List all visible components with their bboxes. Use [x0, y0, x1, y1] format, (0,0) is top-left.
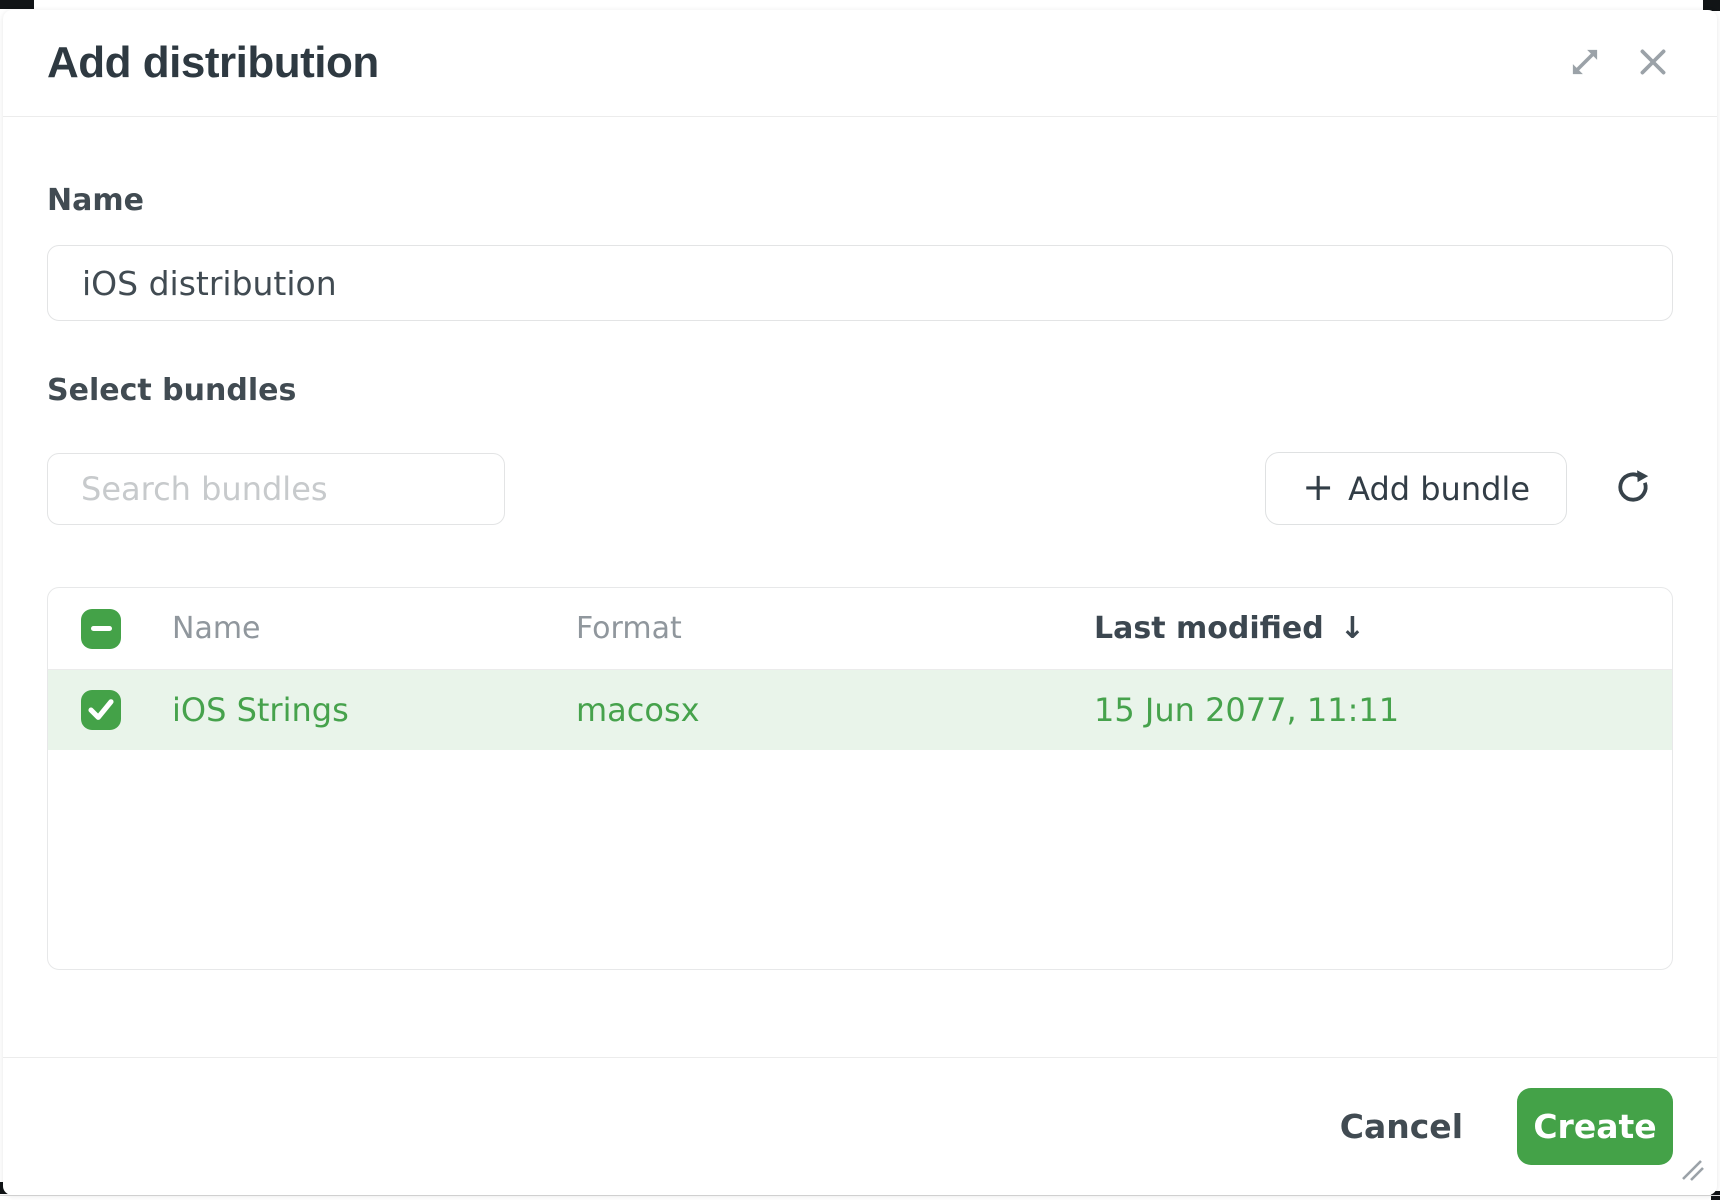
dialog-footer: Cancel Create [3, 1057, 1717, 1195]
add-bundle-button[interactable]: + Add bundle [1265, 452, 1567, 525]
search-input[interactable] [47, 453, 505, 525]
table-header-row: Name Format Last modified ↓ [48, 588, 1672, 670]
add-distribution-dialog: Add distribution [3, 10, 1717, 1195]
expand-button[interactable] [1565, 43, 1605, 83]
page-title: Add distribution [47, 38, 379, 88]
column-header-name[interactable]: Name [172, 611, 576, 646]
sort-desc-icon: ↓ [1340, 611, 1365, 646]
column-header-label: Last modified [1094, 611, 1324, 646]
bundle-format: macosx [576, 691, 1094, 729]
bundle-name: iOS Strings [172, 691, 576, 729]
resize-handle-icon[interactable] [1679, 1157, 1705, 1185]
name-input[interactable] [47, 245, 1673, 321]
backdrop-artifact [0, 0, 34, 9]
refresh-icon [1614, 468, 1652, 509]
select-all-checkbox[interactable] [81, 609, 121, 649]
header-actions [1565, 43, 1673, 83]
backdrop-edge [0, 1195, 1720, 1196]
refresh-button[interactable] [1613, 469, 1653, 509]
add-bundle-label: Add bundle [1348, 470, 1530, 508]
indeterminate-icon [91, 626, 112, 632]
select-bundles-label: Select bundles [47, 373, 1673, 408]
bundle-last-modified: 15 Jun 2077, 11:11 [1094, 691, 1672, 729]
checkmark-icon [81, 689, 121, 732]
create-button[interactable]: Create [1517, 1088, 1673, 1165]
column-header-last-modified[interactable]: Last modified ↓ [1094, 611, 1672, 646]
expand-diagonal-icon [1566, 43, 1604, 84]
bundles-toolbar: + Add bundle [47, 452, 1673, 525]
dialog-body: Name Select bundles + Add bundle [3, 117, 1717, 1057]
bundles-toolbar-actions: + Add bundle [1265, 452, 1653, 525]
dialog-header: Add distribution [3, 10, 1717, 117]
column-header-format[interactable]: Format [576, 611, 1094, 646]
close-button[interactable] [1633, 43, 1673, 83]
row-checkbox[interactable] [81, 690, 121, 730]
cancel-button[interactable]: Cancel [1340, 1107, 1463, 1146]
close-icon [1634, 43, 1672, 84]
table-row[interactable]: iOS Strings macosx 15 Jun 2077, 11:11 [48, 670, 1672, 750]
name-label: Name [47, 183, 1673, 218]
plus-icon: + [1302, 468, 1334, 506]
bundles-table: Name Format Last modified ↓ [47, 587, 1673, 970]
